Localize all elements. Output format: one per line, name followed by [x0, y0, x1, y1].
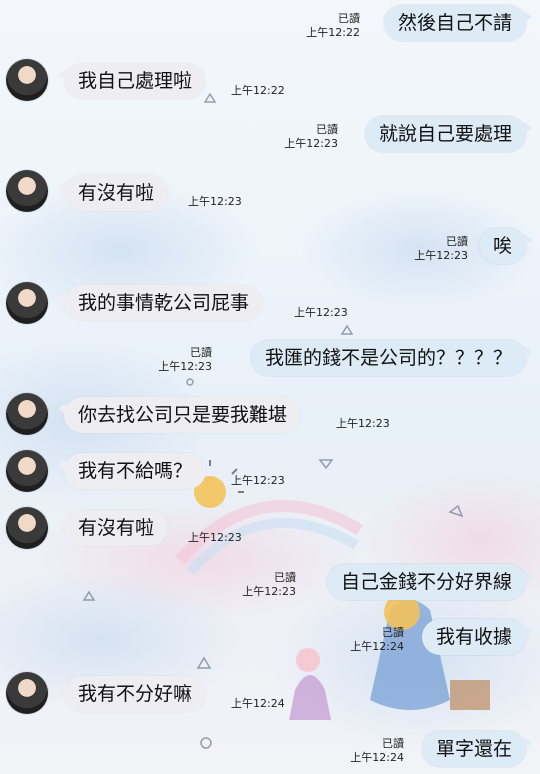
message-bubble-outgoing[interactable]: 就說自己要處理: [364, 116, 533, 152]
message-bubble-outgoing[interactable]: 我匯的錢不是公司的？？？？: [250, 340, 533, 376]
message-meta: 已讀 上午12:23: [158, 346, 212, 374]
contact-avatar[interactable]: [6, 170, 48, 212]
message-bubble-incoming[interactable]: 我的事情乾公司屁事: [57, 285, 264, 321]
read-receipt: 已讀: [382, 626, 404, 639]
message-bubble-outgoing[interactable]: 單字還在: [421, 731, 533, 767]
timestamp: 上午12:24: [350, 640, 404, 653]
timestamp: 上午12:23: [188, 531, 242, 544]
message-bubble-incoming[interactable]: 我有不分好嘛: [57, 676, 207, 712]
timestamp: 上午12:24: [350, 751, 404, 764]
contact-avatar[interactable]: [6, 672, 48, 714]
message-meta: 已讀 上午12:23: [414, 235, 468, 263]
read-receipt: 已讀: [316, 123, 338, 136]
read-receipt: 已讀: [446, 235, 468, 248]
timestamp: 上午12:22: [231, 84, 285, 97]
message-meta: 已讀 上午12:24: [350, 626, 404, 654]
message-meta: 已讀 上午12:23: [284, 123, 338, 151]
message-bubble-outgoing[interactable]: 自己金錢不分好界線: [326, 564, 533, 600]
contact-avatar[interactable]: [6, 450, 48, 492]
message-bubble-outgoing[interactable]: 唉: [478, 228, 533, 264]
contact-avatar[interactable]: [6, 59, 48, 101]
read-receipt: 已讀: [190, 346, 212, 359]
read-receipt: 已讀: [274, 571, 296, 584]
message-meta: 已讀 上午12:24: [350, 737, 404, 765]
message-bubble-incoming[interactable]: 我自己處理啦: [57, 63, 207, 99]
timestamp: 上午12:24: [231, 697, 285, 710]
message-bubble-incoming[interactable]: 我有不給嗎？: [57, 453, 207, 489]
contact-avatar[interactable]: [6, 393, 48, 435]
message-meta: 已讀 上午12:23: [242, 571, 296, 599]
timestamp: 上午12:23: [336, 417, 390, 430]
message-bubble-incoming[interactable]: 有沒有啦: [57, 175, 169, 211]
message-bubble-outgoing[interactable]: 我有收據: [421, 619, 533, 655]
timestamp: 上午12:23: [242, 585, 296, 598]
read-receipt: 已讀: [338, 12, 360, 25]
read-receipt: 已讀: [382, 737, 404, 750]
message-bubble-outgoing[interactable]: 然後自己不請: [383, 5, 533, 41]
timestamp: 上午12:23: [284, 137, 338, 150]
timestamp: 上午12:23: [414, 249, 468, 262]
message-bubble-incoming[interactable]: 有沒有啦: [57, 510, 169, 546]
timestamp: 上午12:22: [306, 26, 360, 39]
contact-avatar[interactable]: [6, 507, 48, 549]
timestamp: 上午12:23: [188, 195, 242, 208]
timestamp: 上午12:23: [294, 306, 348, 319]
message-meta: 已讀 上午12:22: [306, 12, 360, 40]
message-bubble-incoming[interactable]: 你去找公司只是要我難堪: [57, 397, 302, 433]
contact-avatar[interactable]: [6, 282, 48, 324]
timestamp: 上午12:23: [231, 474, 285, 487]
timestamp: 上午12:23: [158, 360, 212, 373]
